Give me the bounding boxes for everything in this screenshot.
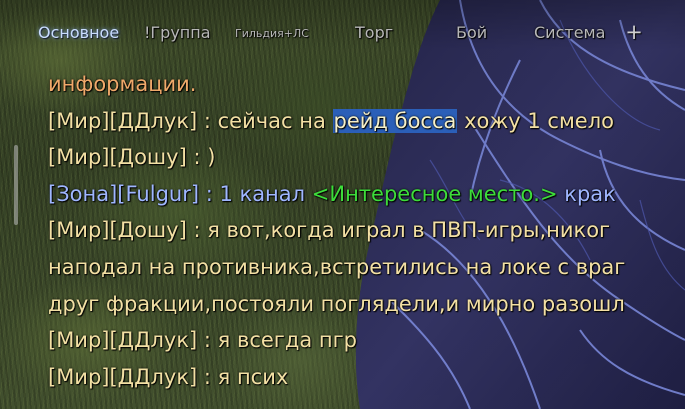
message-text: я вот,когда играл в ПВП-игры,никог <box>207 218 611 243</box>
tab-combat[interactable]: Бой <box>456 23 487 43</box>
chat-line: [Мир][ДДлук] : я всегда пгр <box>48 322 685 359</box>
tab-guild-pm[interactable]: Гильдия+ЛС <box>235 24 309 44</box>
add-tab-button[interactable]: + <box>624 21 644 43</box>
chat-channel-sender[interactable]: [Мир][ДДлук] : <box>48 109 218 133</box>
message-text: я псих <box>217 364 289 389</box>
chat-scrollbar[interactable] <box>14 145 18 225</box>
message-text: наподал на противника,встретились на лок… <box>48 254 626 279</box>
chat-line: [Мир][Дошу] : я вот,когда играл в ПВП-иг… <box>48 212 685 249</box>
message-text: 1 канал <box>219 181 312 206</box>
chat-channel-sender[interactable]: [Мир][ДДлук] : <box>48 328 218 352</box>
message-text: друг фракции,постояли поглядели,и мирно … <box>48 291 625 316</box>
message-text: сейчас на <box>217 108 333 133</box>
chat-line: [Мир][ДДлук] : сейчас на рейд босса хожу… <box>48 103 685 140</box>
tab-group[interactable]: !Группа <box>144 23 211 43</box>
chat-channel-sender[interactable]: [Мир][Дошу] : <box>48 145 207 169</box>
chat-line: [Мир][ДДлук] : я псих <box>48 359 685 396</box>
chat-channel-sender[interactable]: [Мир][ДДлук] : <box>48 365 218 389</box>
chat-line: друг фракции,постояли поглядели,и мирно … <box>48 286 685 323</box>
tab-system[interactable]: Система <box>534 23 605 43</box>
chat-line: наподал на противника,встретились на лок… <box>48 249 685 286</box>
tab-trade[interactable]: Торг <box>355 23 393 43</box>
chat-channel-sender[interactable]: [Мир][Дошу] : <box>48 218 207 242</box>
message-text: я всегда пгр <box>217 328 357 353</box>
chat-line: информации. <box>48 66 685 103</box>
message-text: крак <box>557 181 616 206</box>
message-text: ) <box>207 145 216 170</box>
chat-channel-sender[interactable]: [Зона][Fulgur] : <box>48 182 219 206</box>
location-link[interactable]: <Интересное место.> <box>312 182 558 206</box>
chat-log: информации. [Мир][ДДлук] : сейчас на рей… <box>48 66 685 395</box>
chat-tab-bar: Основное !Группа Гильдия+ЛС Торг Бой Сис… <box>0 16 685 50</box>
system-message-text: информации. <box>48 72 197 96</box>
message-text: хожу 1 смело <box>457 108 614 133</box>
chat-line: [Зона][Fulgur] : 1 канал <Интересное мес… <box>48 176 685 213</box>
tab-main[interactable]: Основное <box>38 23 119 43</box>
selected-text[interactable]: рейд босса <box>332 108 458 133</box>
chat-line: [Мир][Дошу] : ) <box>48 139 685 176</box>
